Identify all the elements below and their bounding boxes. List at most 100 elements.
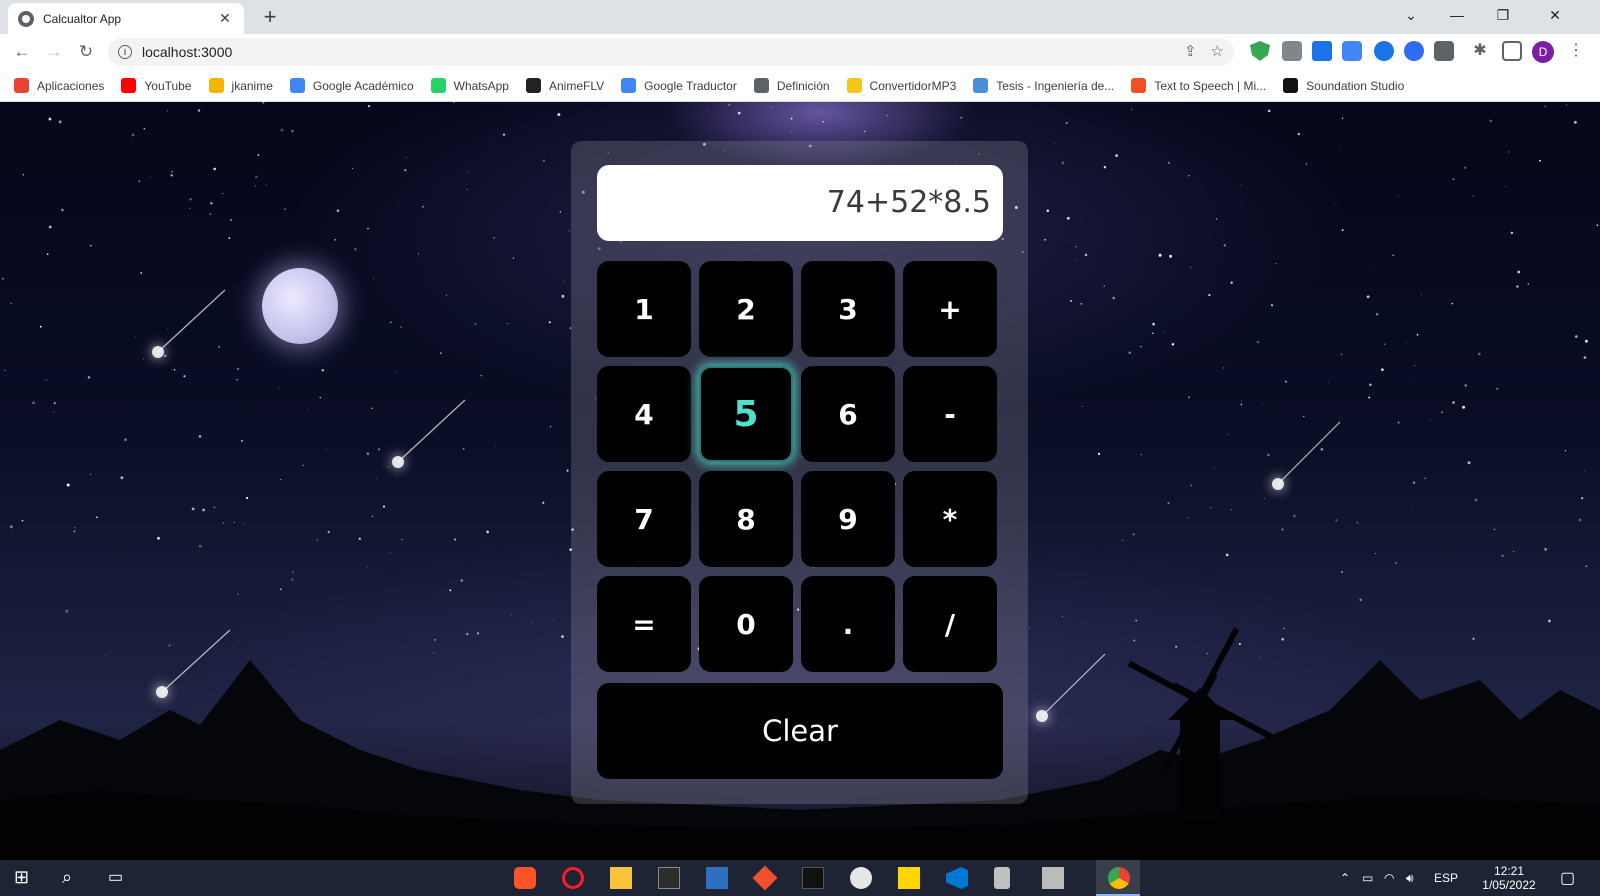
star bbox=[209, 213, 212, 215]
key-8[interactable]: 8 bbox=[699, 471, 793, 567]
key-decimal[interactable]: . bbox=[801, 576, 895, 672]
close-tab-icon[interactable]: ✕ bbox=[216, 10, 234, 27]
star bbox=[46, 253, 49, 256]
key-0[interactable]: 0 bbox=[699, 576, 793, 672]
star bbox=[1167, 502, 1170, 505]
bookmark-item[interactable]: jkanime bbox=[208, 78, 273, 93]
bookmark-item[interactable]: Google Traductor bbox=[621, 78, 737, 93]
key-equals[interactable]: = bbox=[597, 576, 691, 672]
bookmark-item[interactable]: Aplicaciones bbox=[14, 78, 104, 93]
star bbox=[163, 354, 167, 358]
menu-kebab-icon[interactable]: ⋮ bbox=[1568, 40, 1584, 60]
bookmark-item[interactable]: WhatsApp bbox=[430, 78, 509, 93]
clear-button[interactable]: Clear bbox=[597, 683, 1003, 779]
bookmark-item[interactable]: Definición bbox=[753, 78, 830, 93]
share-icon[interactable]: ⇪ bbox=[1184, 42, 1197, 60]
minimize-button[interactable]: — bbox=[1434, 0, 1480, 30]
restore-button[interactable]: ❐ bbox=[1480, 0, 1526, 30]
search-icon[interactable]: ⌕ bbox=[62, 867, 84, 889]
bookmark-star-icon[interactable]: ☆ bbox=[1211, 42, 1224, 60]
star bbox=[1044, 238, 1046, 241]
new-tab-button[interactable]: + bbox=[258, 4, 282, 30]
star bbox=[1262, 404, 1263, 406]
windows-start-icon[interactable]: ⊞ bbox=[14, 867, 36, 889]
star bbox=[73, 530, 76, 533]
star bbox=[291, 578, 294, 581]
key-6[interactable]: 6 bbox=[801, 366, 895, 462]
star bbox=[375, 477, 377, 479]
tab-search-icon[interactable]: ⌄ bbox=[1388, 0, 1434, 30]
bookmark-item[interactable]: AnimeFLV bbox=[525, 78, 604, 93]
key-multiply[interactable]: * bbox=[903, 471, 997, 567]
info-icon[interactable]: i bbox=[118, 45, 132, 59]
file-explorer-icon[interactable] bbox=[610, 867, 632, 889]
terminal-icon[interactable] bbox=[658, 867, 680, 889]
browser-extension-icon[interactable] bbox=[1404, 41, 1424, 61]
show-hidden-icons[interactable]: ⌃ bbox=[1340, 860, 1350, 896]
key-7[interactable]: 7 bbox=[597, 471, 691, 567]
profile-avatar[interactable]: D bbox=[1532, 41, 1554, 63]
vscode-icon[interactable] bbox=[946, 867, 968, 889]
task-view-icon[interactable]: ▭ bbox=[108, 867, 130, 889]
key-minus[interactable]: - bbox=[903, 366, 997, 462]
star bbox=[1516, 285, 1519, 288]
star bbox=[1162, 331, 1164, 333]
key-4[interactable]: 4 bbox=[597, 366, 691, 462]
powershell-icon[interactable] bbox=[706, 867, 728, 889]
xampp-icon[interactable] bbox=[802, 867, 824, 889]
key-5[interactable]: 5 bbox=[699, 366, 793, 462]
star bbox=[1395, 562, 1397, 564]
star bbox=[1297, 132, 1300, 136]
bookmark-item[interactable]: YouTube bbox=[121, 78, 192, 93]
bookmark-item[interactable]: Google Académico bbox=[289, 78, 414, 93]
upload-extension-icon[interactable] bbox=[1312, 41, 1332, 61]
app-icon[interactable] bbox=[850, 867, 872, 889]
key-9[interactable]: 9 bbox=[801, 471, 895, 567]
star bbox=[245, 496, 249, 500]
apps-grid-icon bbox=[14, 78, 29, 93]
camera-extension-icon[interactable] bbox=[1282, 41, 1302, 61]
youtube-icon bbox=[121, 78, 137, 93]
key-1[interactable]: 1 bbox=[597, 261, 691, 357]
notifications-icon[interactable]: ▢ bbox=[1560, 860, 1575, 896]
extensions-puzzle-icon[interactable]: ✱ bbox=[1470, 41, 1490, 61]
wifi-icon[interactable]: ◠ bbox=[1384, 860, 1394, 896]
star bbox=[74, 527, 76, 529]
forward-button[interactable]: → bbox=[42, 40, 66, 64]
sticky-notes-icon[interactable] bbox=[898, 867, 920, 889]
bookmark-item[interactable]: Tesis - Ingeniería de... bbox=[973, 78, 1114, 93]
bookmark-label: jkanime bbox=[231, 78, 273, 93]
chrome-icon[interactable] bbox=[1108, 867, 1130, 889]
key-divide[interactable]: / bbox=[903, 576, 997, 672]
translate-extension-icon[interactable] bbox=[1342, 41, 1362, 61]
bookmark-item[interactable]: ConvertidorMP3 bbox=[846, 78, 956, 93]
phone-link-icon[interactable] bbox=[994, 867, 1010, 889]
address-bar[interactable]: i localhost:3000 ⇪ ☆ bbox=[108, 38, 1234, 66]
reload-button[interactable]: ↻ bbox=[74, 40, 98, 64]
s-extension-icon[interactable] bbox=[1434, 41, 1454, 61]
volume-icon[interactable]: 🔊︎ bbox=[1406, 860, 1414, 896]
tab-calculator-app[interactable]: Calcualtor App ✕ bbox=[8, 3, 244, 34]
star bbox=[336, 209, 340, 213]
color-picker-extension-icon[interactable] bbox=[1374, 41, 1394, 61]
bookmark-item[interactable]: Soundation Studio bbox=[1283, 78, 1404, 93]
bookmarks-bar: Aplicaciones YouTube jkanime Google Académi… bbox=[0, 70, 1600, 102]
star bbox=[167, 328, 169, 330]
back-button[interactable]: ← bbox=[10, 40, 34, 64]
clock[interactable]: 12:21 1/05/2022 bbox=[1474, 864, 1544, 892]
opera-icon[interactable] bbox=[562, 867, 584, 889]
brave-icon[interactable] bbox=[514, 867, 536, 889]
close-window-button[interactable]: ✕ bbox=[1532, 0, 1578, 30]
star bbox=[173, 368, 176, 371]
key-2[interactable]: 2 bbox=[699, 261, 793, 357]
language-indicator[interactable]: ESP bbox=[1434, 860, 1458, 896]
star bbox=[493, 236, 496, 239]
side-panel-icon[interactable] bbox=[1502, 41, 1522, 61]
star bbox=[707, 109, 709, 111]
bookmark-item[interactable]: Text to Speech | Mi... bbox=[1131, 78, 1266, 93]
battery-icon[interactable]: ▭ bbox=[1362, 860, 1373, 896]
snipping-tool-icon[interactable] bbox=[1042, 867, 1064, 889]
git-icon[interactable] bbox=[752, 865, 778, 891]
key-3[interactable]: 3 bbox=[801, 261, 895, 357]
key-plus[interactable]: + bbox=[903, 261, 997, 357]
